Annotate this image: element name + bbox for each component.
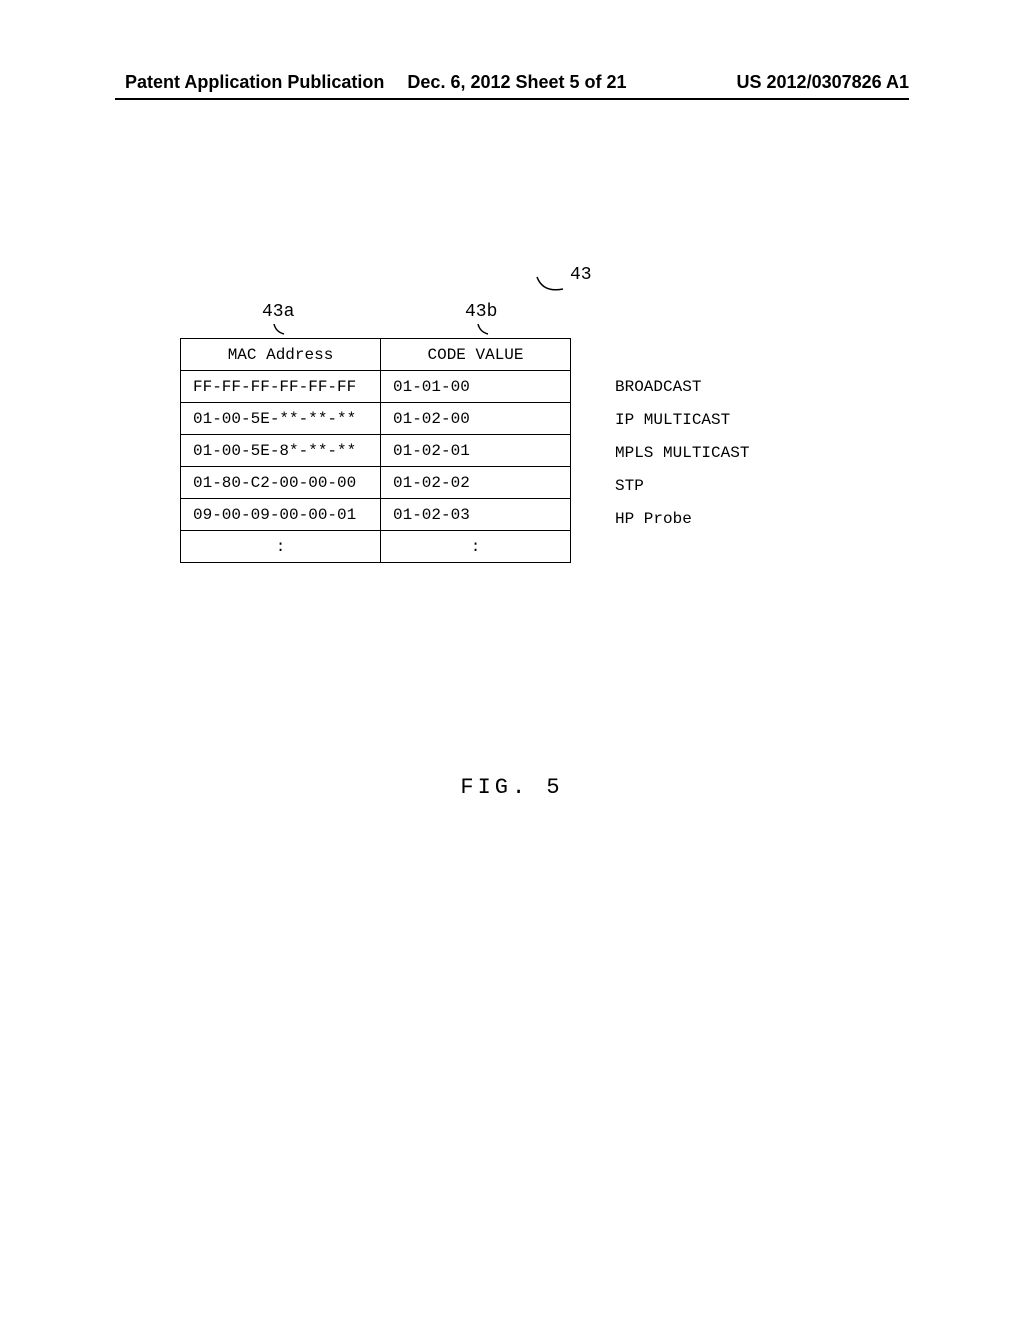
table-row: 01-80-C2-00-00-00 01-02-02	[181, 467, 571, 499]
callout-column-a: 43a	[262, 302, 294, 322]
cell-mac: 01-00-5E-8*-**-**	[181, 435, 381, 467]
header-divider	[115, 98, 909, 100]
callout-arc-icon	[535, 275, 565, 295]
table-header-code: CODE VALUE	[381, 339, 571, 371]
table-row: FF-FF-FF-FF-FF-FF 01-01-00	[181, 371, 571, 403]
cell-mac: :	[181, 531, 381, 563]
desc-broadcast: BROADCAST	[615, 370, 749, 403]
callout-tick-icon	[476, 322, 490, 336]
mac-code-table: MAC Address CODE VALUE FF-FF-FF-FF-FF-FF…	[180, 338, 571, 563]
desc-mpls-multicast: MPLS MULTICAST	[615, 436, 749, 469]
cell-code: 01-01-00	[381, 371, 571, 403]
cell-code: 01-02-00	[381, 403, 571, 435]
header-publication: Patent Application Publication	[125, 72, 386, 93]
figure-caption: FIG. 5	[0, 775, 1024, 800]
desc-ip-multicast: IP MULTICAST	[615, 403, 749, 436]
cell-mac: 01-80-C2-00-00-00	[181, 467, 381, 499]
table-header-row: MAC Address CODE VALUE	[181, 339, 571, 371]
cell-mac: 09-00-09-00-00-01	[181, 499, 381, 531]
desc-stp: STP	[615, 469, 749, 502]
table-row: : :	[181, 531, 571, 563]
cell-mac: 01-00-5E-**-**-**	[181, 403, 381, 435]
callout-column-b: 43b	[465, 302, 497, 322]
table-row: 01-00-5E-**-**-** 01-02-00	[181, 403, 571, 435]
header-patent-number: US 2012/0307826 A1	[648, 72, 909, 93]
cell-code: :	[381, 531, 571, 563]
cell-code: 01-02-02	[381, 467, 571, 499]
description-column: BROADCAST IP MULTICAST MPLS MULTICAST ST…	[615, 370, 749, 535]
table-row: 01-00-5E-8*-**-** 01-02-01	[181, 435, 571, 467]
table-row: 09-00-09-00-00-01 01-02-03	[181, 499, 571, 531]
callout-tick-icon	[272, 322, 286, 336]
table-header-mac: MAC Address	[181, 339, 381, 371]
cell-code: 01-02-01	[381, 435, 571, 467]
cell-code: 01-02-03	[381, 499, 571, 531]
cell-mac: FF-FF-FF-FF-FF-FF	[181, 371, 381, 403]
page-header: Patent Application Publication Dec. 6, 2…	[0, 72, 1024, 93]
desc-hp-probe: HP Probe	[615, 502, 749, 535]
header-date-sheet: Dec. 6, 2012 Sheet 5 of 21	[386, 72, 647, 93]
callout-table-ref: 43	[570, 265, 592, 285]
